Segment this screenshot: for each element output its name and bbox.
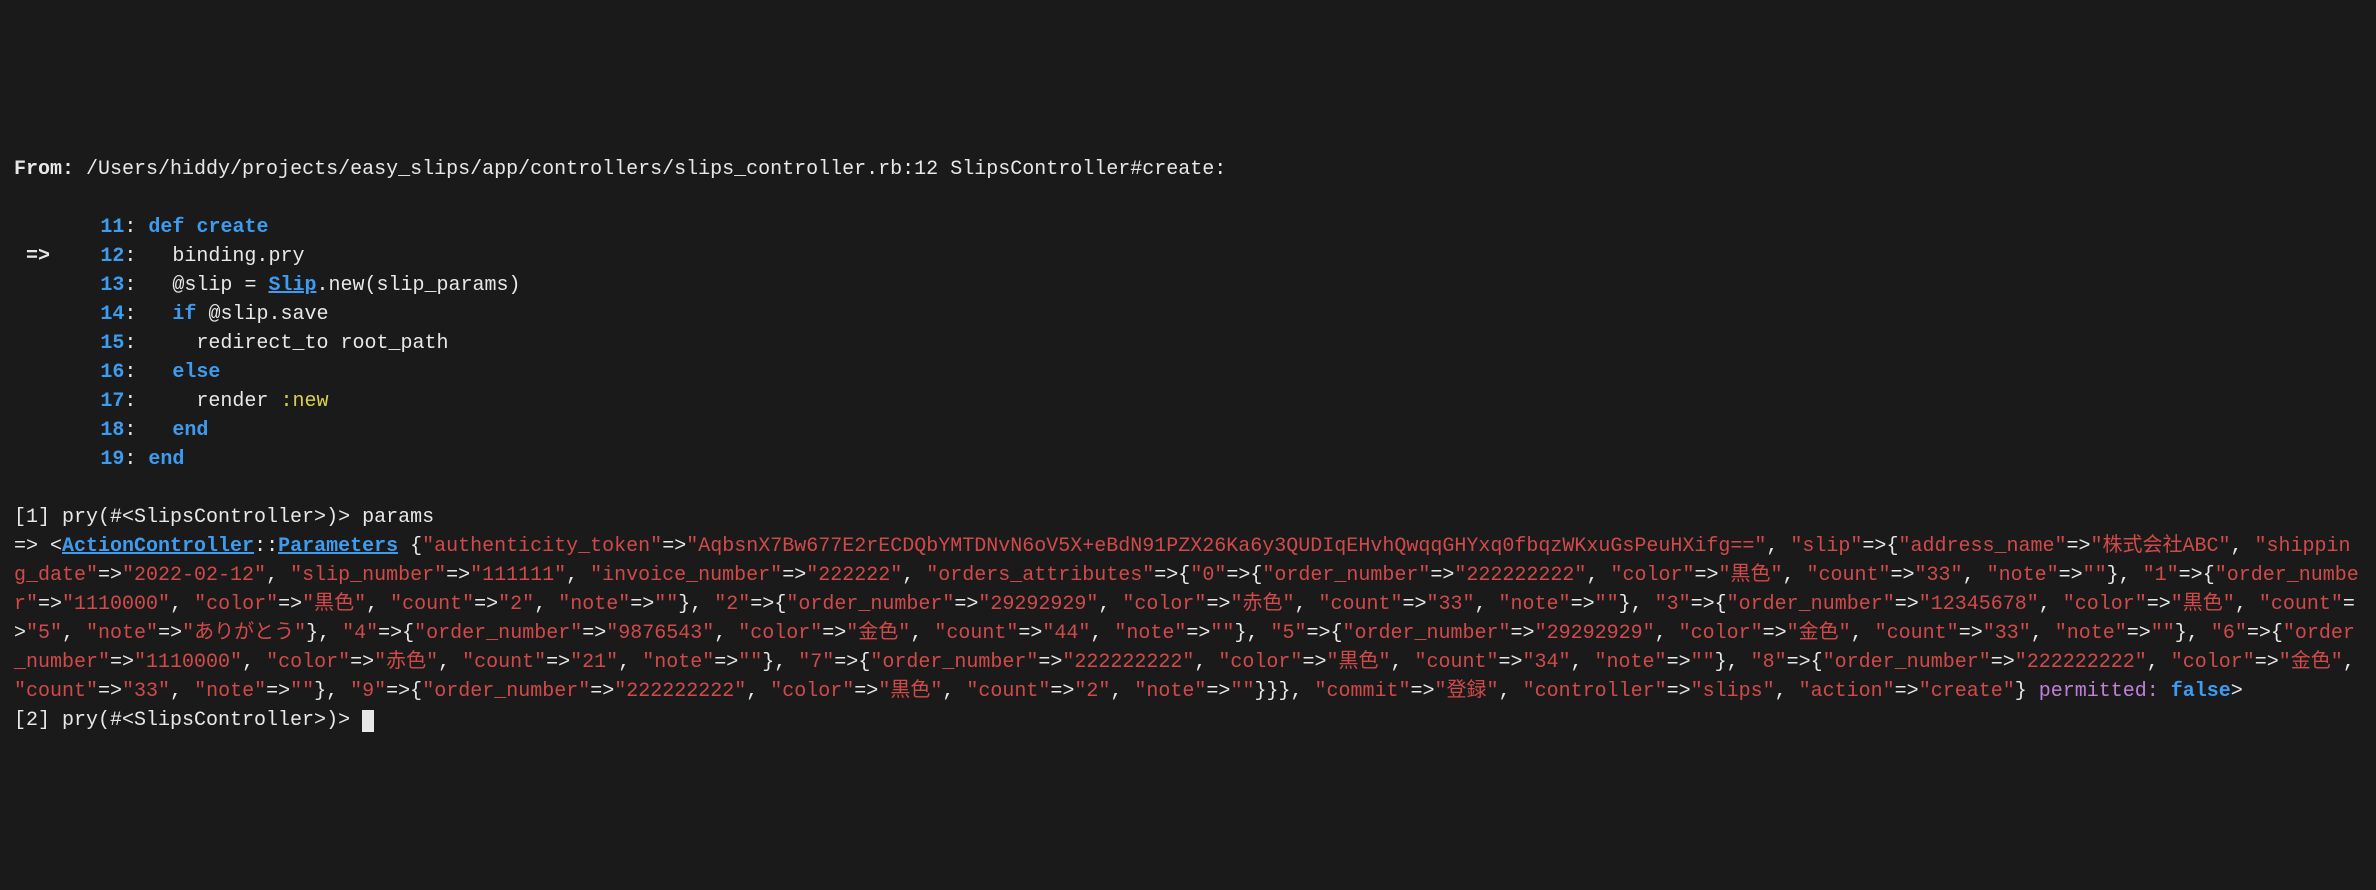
line-number: 19 bbox=[50, 445, 124, 474]
ivar: @slip bbox=[172, 274, 232, 297]
keyword-else: else bbox=[172, 361, 220, 384]
symbol-new: :new bbox=[280, 390, 328, 413]
keyword-if: if bbox=[172, 303, 196, 326]
keyword-end: end bbox=[148, 448, 184, 471]
keyword-end: end bbox=[172, 419, 208, 442]
permitted-label: permitted: bbox=[2039, 680, 2171, 703]
code: redirect_to root_path bbox=[196, 332, 448, 355]
line-number: 15 bbox=[50, 329, 124, 358]
line-number: 12 bbox=[50, 242, 124, 271]
permitted-value: false bbox=[2171, 680, 2231, 703]
line-number: 16 bbox=[50, 358, 124, 387]
class-slip: Slip bbox=[268, 274, 316, 297]
class-parameters: Parameters bbox=[278, 535, 398, 558]
pry-prompt-open: [1] pry( bbox=[14, 506, 110, 529]
line-number: 14 bbox=[50, 300, 124, 329]
pry-context: #<SlipsController> bbox=[110, 506, 326, 529]
keyword-def: def bbox=[148, 216, 184, 239]
line-number: 17 bbox=[50, 387, 124, 416]
method-name-create: create bbox=[196, 216, 268, 239]
line-number: 11 bbox=[50, 213, 124, 242]
current-line-arrow: => bbox=[14, 242, 50, 271]
file-path: /Users/hiddy/projects/easy_slips/app/con… bbox=[86, 158, 938, 181]
method-name: SlipsController#create: bbox=[950, 158, 1226, 181]
pry-result: => <ActionController::Parameters {"authe… bbox=[14, 532, 2362, 706]
pry-context: #<SlipsController> bbox=[110, 709, 326, 732]
cursor[interactable] bbox=[362, 710, 374, 732]
class-actioncontroller: ActionController bbox=[62, 535, 254, 558]
from-label: From: bbox=[14, 158, 74, 181]
pry-input: params bbox=[362, 506, 434, 529]
line-number: 18 bbox=[50, 416, 124, 445]
line-number: 13 bbox=[50, 271, 124, 300]
terminal-output[interactable]: From: /Users/hiddy/projects/easy_slips/a… bbox=[14, 126, 2362, 735]
code: binding.pry bbox=[172, 245, 304, 268]
pry-prompt-open: [2] pry( bbox=[14, 709, 110, 732]
